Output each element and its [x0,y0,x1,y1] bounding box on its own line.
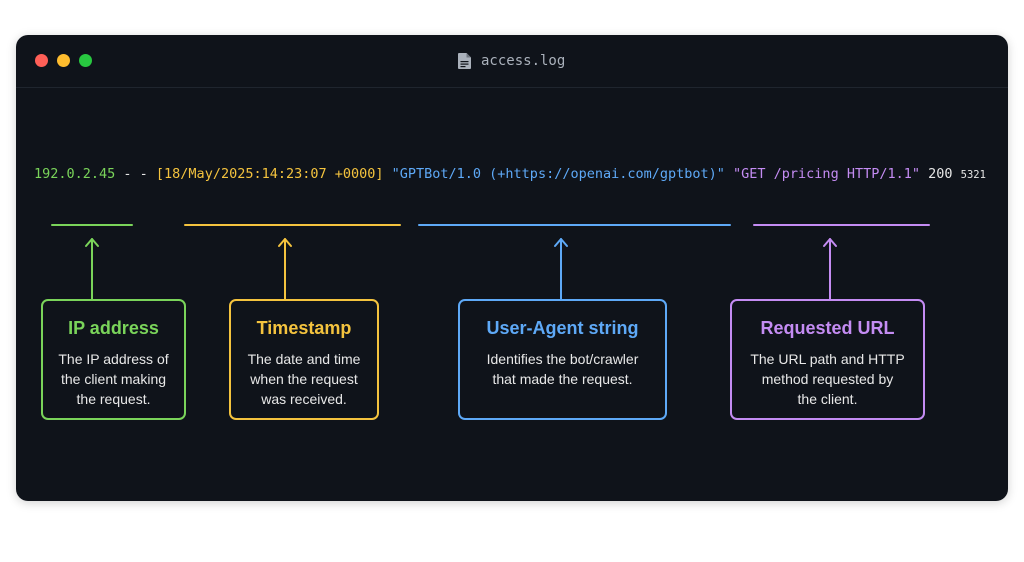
log-line: 192.0.2.45 - - [18/May/2025:14:23:07 +00… [34,164,986,185]
timestamp-callout: Timestamp The date and time when the req… [229,299,379,420]
ip-address-title: IP address [68,318,159,338]
log-user-agent: "GPTBot/1.0 (+https://openai.com/gptbot)… [391,166,725,182]
request-underline [753,224,930,226]
ip-address-callout: IP address The IP address of the client … [41,299,186,420]
log-bytes: 5321 [960,169,986,181]
requested-url-callout: Requested URL The URL path and HTTP meth… [730,299,925,420]
requested-url-title: Requested URL [760,318,895,338]
log-separator: - - [115,166,156,182]
log-status: 200 [928,166,953,182]
window-title: access.log [458,52,565,70]
timestamp-underline [184,224,401,226]
minimize-window-button[interactable] [57,54,70,67]
title-bar: access.log [16,35,1008,88]
log-request: "GET /pricing HTTP/1.1" [733,166,920,182]
user-agent-callout: User-Agent string Identifies the bot/cra… [458,299,667,420]
timestamp-title: Timestamp [256,318,352,338]
document-icon [458,53,471,69]
user-agent-description: Identifies the bot/crawler that made the… [486,351,639,387]
window-title-text: access.log [481,53,566,69]
log-timestamp: [18/May/2025:14:23:07 +0000] [155,166,384,182]
log-ip: 192.0.2.45 [34,166,116,182]
maximize-window-button[interactable] [79,54,92,67]
close-window-button[interactable] [35,54,48,67]
requested-url-description: The URL path and HTTP method requested b… [750,351,905,407]
timestamp-description: The date and time when the request was r… [247,351,361,407]
user-agent-title: User-Agent string [486,318,639,338]
terminal-window: access.log [16,35,1008,501]
ip-address-description: The IP address of the client making the … [58,351,169,407]
ip-underline [51,224,133,226]
user-agent-underline [418,224,731,226]
